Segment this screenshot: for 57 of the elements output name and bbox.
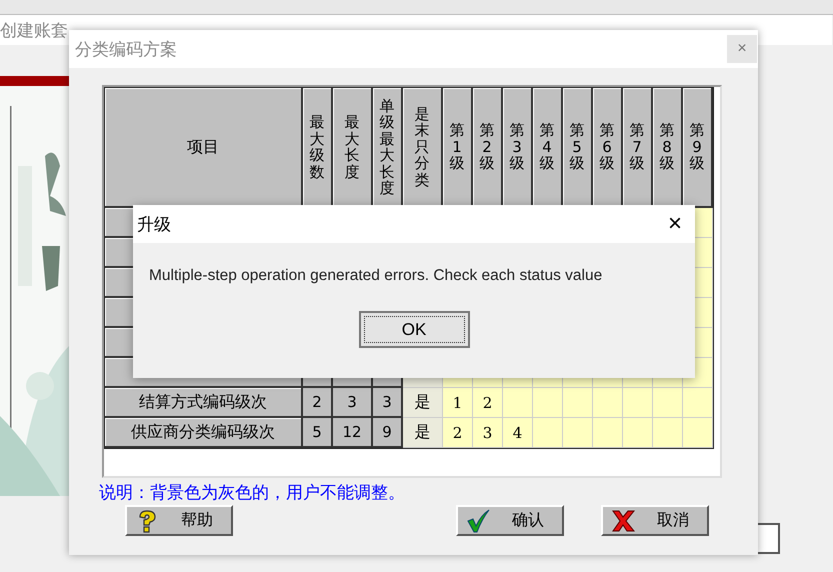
table-cell: 结算方式编码级次: [105, 388, 303, 418]
message-title: 升级: [137, 214, 171, 236]
column-header: 第7级: [623, 88, 653, 208]
column-header: 第5级: [563, 88, 593, 208]
column-header: 第2级: [473, 88, 503, 208]
table-cell: 3: [333, 388, 373, 418]
table-cell: 5: [303, 418, 333, 448]
close-button[interactable]: ×: [655, 205, 695, 243]
column-header: 最大长度: [333, 88, 373, 208]
column-header: 第1级: [443, 88, 473, 208]
table-cell: 供应商分类编码级次: [105, 418, 303, 448]
table-cell: [563, 388, 593, 418]
table-cell: [623, 388, 653, 418]
table-cell: 1: [443, 388, 473, 418]
table-cell: 2: [443, 418, 473, 448]
column-header: 第9级: [683, 88, 713, 208]
table-cell: 3: [373, 388, 403, 418]
ok-button[interactable]: OK: [358, 311, 470, 348]
dialog-button[interactable]: 帮助: [125, 505, 233, 536]
table-cell: [683, 418, 713, 448]
banner-stripe: [0, 76, 69, 86]
column-header: 第4级: [533, 88, 563, 208]
column-header: 第3级: [503, 88, 533, 208]
table-cell: [653, 418, 683, 448]
table-cell: [683, 388, 713, 418]
dialog-button[interactable]: 确认: [456, 505, 564, 536]
column-header: 第6级: [593, 88, 623, 208]
table-cell: 是: [403, 418, 443, 448]
table-cell: [503, 388, 533, 418]
x-icon: [611, 508, 635, 532]
window-title: 创建账套: [0, 20, 68, 42]
table-cell: 3: [473, 418, 503, 448]
column-header: 是末只分类: [403, 88, 443, 208]
table-cell: 12: [333, 418, 373, 448]
column-header: 第8级: [653, 88, 683, 208]
dialog-button[interactable]: 取消: [601, 505, 709, 536]
column-header: 最大级数: [303, 88, 333, 208]
checkmark-icon: [466, 508, 490, 532]
table-cell: [623, 418, 653, 448]
message-text: Multiple-step operation generated errors. Check each status value: [149, 267, 602, 285]
table-cell: [593, 388, 623, 418]
table-cell: [563, 418, 593, 448]
table-cell: 2: [473, 388, 503, 418]
close-button[interactable]: ×: [727, 35, 757, 63]
column-header: 项目: [105, 88, 303, 208]
button-outline: [758, 523, 780, 554]
table-cell: [593, 418, 623, 448]
note-text: 说明：背景色为灰色的，用户不能调整。: [99, 482, 406, 504]
column-header: 单级最大长度: [373, 88, 403, 208]
dialog-title: 分类编码方案: [75, 38, 177, 60]
table-cell: 是: [403, 388, 443, 418]
table-cell: 4: [503, 418, 533, 448]
table-cell: [533, 388, 563, 418]
table-cell: 9: [373, 418, 403, 448]
table-cell: 2: [303, 388, 333, 418]
table-cell: [533, 418, 563, 448]
table-cell: [653, 388, 683, 418]
